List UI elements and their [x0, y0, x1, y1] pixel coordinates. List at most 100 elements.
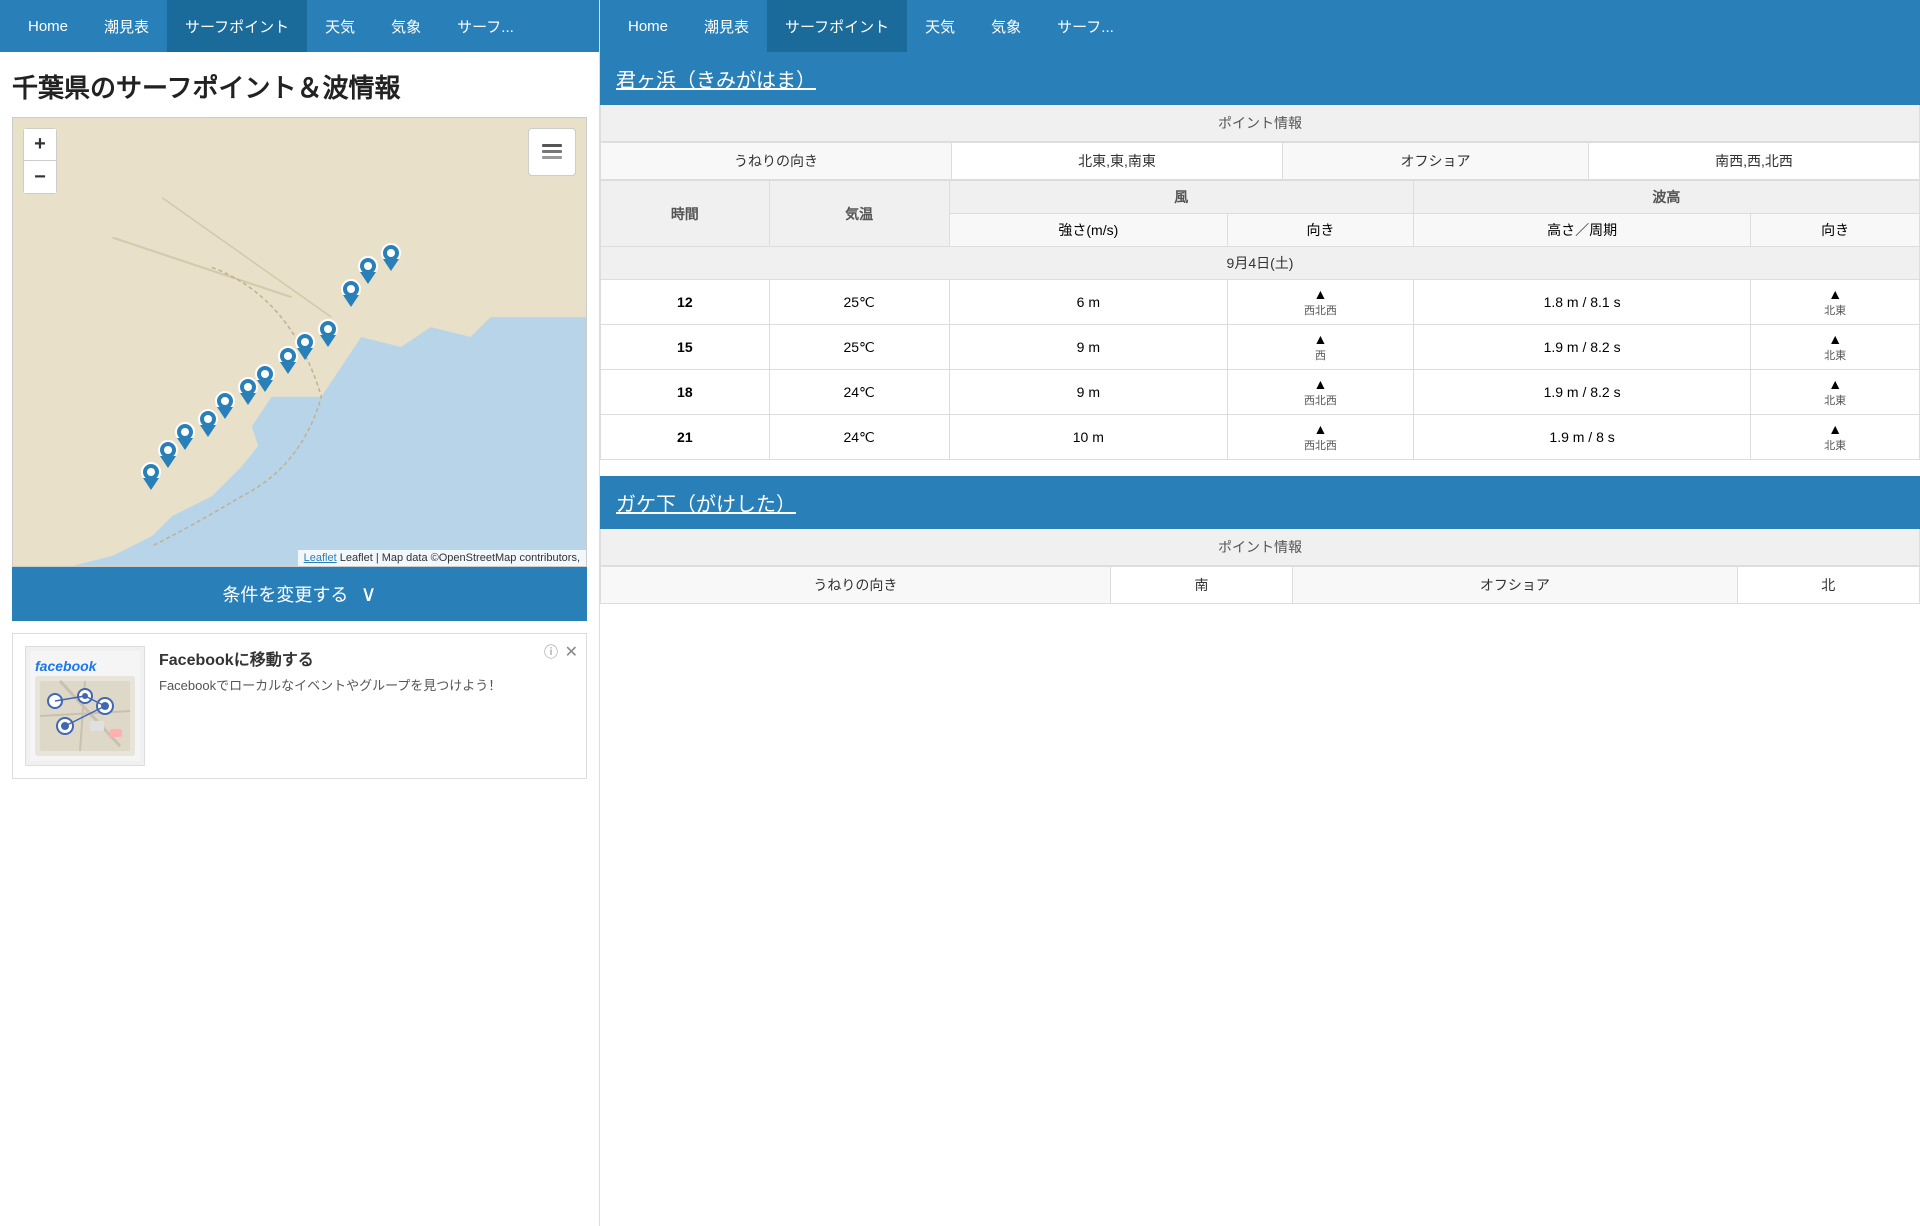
wave-arrow-icon: ▲ — [1828, 421, 1842, 437]
table-row: 21 24℃ 10 m ▲ 西北西 1.9 m / 8 s ▲ 北東 — [601, 415, 1920, 460]
row-wave-dir: ▲ 北東 — [1751, 370, 1920, 415]
wind-dir-label: 西北西 — [1238, 392, 1403, 408]
col-temp: 気温 — [769, 181, 949, 247]
zoom-in-button[interactable]: + — [24, 129, 56, 161]
date-label-1: 9月4日(土) — [601, 247, 1920, 280]
zoom-out-button[interactable]: − — [24, 161, 56, 193]
map-attribution: Leaflet Leaflet | Map data ©OpenStreetMa… — [298, 550, 586, 566]
table-row: 15 25℃ 9 m ▲ 西 1.9 m / 8.2 s ▲ 北東 — [601, 325, 1920, 370]
right-nav-surf[interactable]: サーフ... — [1039, 0, 1132, 52]
row-strength: 9 m — [949, 370, 1227, 415]
right-nav-climate[interactable]: 気象 — [973, 0, 1039, 52]
swell-label-1: うねりの向き — [601, 143, 952, 180]
row-wind-dir: ▲ 西北西 — [1228, 370, 1414, 415]
row-wind-dir: ▲ 西北西 — [1228, 280, 1414, 325]
nav-surfpoint[interactable]: サーフポイント — [167, 0, 307, 52]
right-nav-tide[interactable]: 潮見表 — [686, 0, 767, 52]
row-time: 15 — [601, 325, 770, 370]
point-info-table-1: うねりの向き 北東,東,南東 オフショア 南西,西,北西 — [600, 142, 1920, 180]
leaflet-link[interactable]: Leaflet — [304, 552, 337, 564]
row-temp: 24℃ — [769, 415, 949, 460]
col-wave-height: 高さ／周期 — [1413, 214, 1750, 247]
condition-label: 条件を変更する — [222, 581, 348, 607]
wind-dir-label: 西 — [1238, 347, 1403, 363]
ad-thumbnail: facebook — [30, 651, 140, 761]
ad-title: Facebookに移動する — [159, 646, 574, 670]
map-marker[interactable] — [236, 377, 260, 409]
nav-tide[interactable]: 潮見表 — [86, 0, 167, 52]
swell-value-2: 南 — [1110, 567, 1292, 604]
col-wind-group: 風 — [949, 181, 1413, 214]
nav-surf[interactable]: サーフ... — [439, 0, 532, 52]
map-marker[interactable] — [196, 409, 220, 441]
map-marker[interactable] — [339, 279, 363, 311]
map-marker[interactable] — [379, 243, 403, 275]
wave-arrow-icon: ▲ — [1828, 286, 1842, 302]
right-nav-home[interactable]: Home — [610, 0, 686, 52]
ad-info-icon[interactable]: ⓘ — [544, 642, 558, 662]
left-nav: Home 潮見表 サーフポイント 天気 気象 サーフ... — [0, 0, 599, 52]
svg-text:facebook: facebook — [35, 658, 98, 674]
right-nav: Home 潮見表 サーフポイント 天気 気象 サーフ... — [600, 0, 1920, 52]
map-zoom-controls: + − — [23, 128, 57, 194]
row-wave-dir: ▲ 北東 — [1751, 415, 1920, 460]
wind-dir-label: 西北西 — [1238, 437, 1403, 453]
spot-gakeshita-title[interactable]: ガケ下（がけした） — [600, 476, 1920, 529]
row-strength: 9 m — [949, 325, 1227, 370]
attribution-text: Leaflet | Map data ©OpenStreetMap contri… — [340, 552, 580, 564]
col-wind-dir: 向き — [1228, 214, 1414, 247]
map-marker[interactable] — [316, 319, 340, 351]
condition-bar[interactable]: 条件を変更する ∨ — [12, 567, 587, 621]
spot-kimigahama: 君ヶ浜（きみがはま） ポイント情報 うねりの向き 北東,東,南東 オフショア 南… — [600, 52, 1920, 460]
nav-home[interactable]: Home — [10, 0, 86, 52]
table-row: 12 25℃ 6 m ▲ 西北西 1.8 m / 8.1 s ▲ 北東 — [601, 280, 1920, 325]
row-temp: 24℃ — [769, 370, 949, 415]
row-wave-dir: ▲ 北東 — [1751, 280, 1920, 325]
col-time: 時間 — [601, 181, 770, 247]
nav-climate[interactable]: 気象 — [373, 0, 439, 52]
right-nav-surfpoint[interactable]: サーフポイント — [767, 0, 907, 52]
spot-gakeshita: ガケ下（がけした） ポイント情報 うねりの向き 南 オフショア 北 — [600, 476, 1920, 604]
row-wave-dir: ▲ 北東 — [1751, 325, 1920, 370]
left-panel: Home 潮見表 サーフポイント 天気 気象 サーフ... 千葉県のサーフポイン… — [0, 0, 600, 1226]
wave-data-table-1: 時間 気温 風 波高 強さ(m/s) 向き 高さ／周期 向き 9月4日(土) — [600, 180, 1920, 460]
spot-kimigahama-title[interactable]: 君ヶ浜（きみがはま） — [600, 52, 1920, 105]
col-wave-group: 波高 — [1413, 181, 1919, 214]
wave-arrow-icon: ▲ — [1828, 331, 1842, 347]
wave-dir-label: 北東 — [1761, 347, 1909, 363]
right-panel: Home 潮見表 サーフポイント 天気 気象 サーフ... 君ヶ浜（きみがはま）… — [600, 0, 1920, 1226]
offshore-value-1: 南西,西,北西 — [1588, 143, 1919, 180]
map-layer-button[interactable] — [528, 128, 576, 176]
layers-icon — [538, 138, 566, 166]
table-row: 18 24℃ 9 m ▲ 西北西 1.9 m / 8.2 s ▲ 北東 — [601, 370, 1920, 415]
row-wave-height: 1.8 m / 8.1 s — [1413, 280, 1750, 325]
nav-weather[interactable]: 天気 — [307, 0, 373, 52]
offshore-value-2: 北 — [1737, 567, 1919, 604]
map-container[interactable]: + − — [12, 117, 587, 567]
point-info-header-2: ポイント情報 — [600, 529, 1920, 566]
row-time: 12 — [601, 280, 770, 325]
wave-dir-label: 北東 — [1761, 302, 1909, 318]
right-nav-weather[interactable]: 天気 — [907, 0, 973, 52]
offshore-label-2: オフショア — [1293, 567, 1737, 604]
condition-chevron-icon: ∨ — [360, 581, 376, 607]
wind-dir-label: 西北西 — [1238, 302, 1403, 318]
swell-value-1: 北東,東,南東 — [952, 143, 1283, 180]
wave-dir-label: 北東 — [1761, 392, 1909, 408]
ad-content: Facebookに移動する Facebookでローカルなイベントやグループを見つ… — [159, 646, 574, 696]
wave-dir-label: 北東 — [1761, 437, 1909, 453]
col-strength: 強さ(m/s) — [949, 214, 1227, 247]
row-wave-height: 1.9 m / 8 s — [1413, 415, 1750, 460]
point-info-table-2: うねりの向き 南 オフショア 北 — [600, 566, 1920, 604]
map-marker[interactable] — [276, 346, 300, 378]
offshore-label-1: オフショア — [1283, 143, 1589, 180]
date-row-1: 9月4日(土) — [601, 247, 1920, 280]
row-wave-height: 1.9 m / 8.2 s — [1413, 370, 1750, 415]
row-strength: 10 m — [949, 415, 1227, 460]
swell-label-2: うねりの向き — [601, 567, 1111, 604]
row-wind-dir: ▲ 西北西 — [1228, 415, 1414, 460]
map-marker[interactable] — [139, 462, 163, 494]
ad-image: facebook — [25, 646, 145, 766]
ad-close-button[interactable]: ✕ — [565, 642, 578, 662]
row-temp: 25℃ — [769, 325, 949, 370]
